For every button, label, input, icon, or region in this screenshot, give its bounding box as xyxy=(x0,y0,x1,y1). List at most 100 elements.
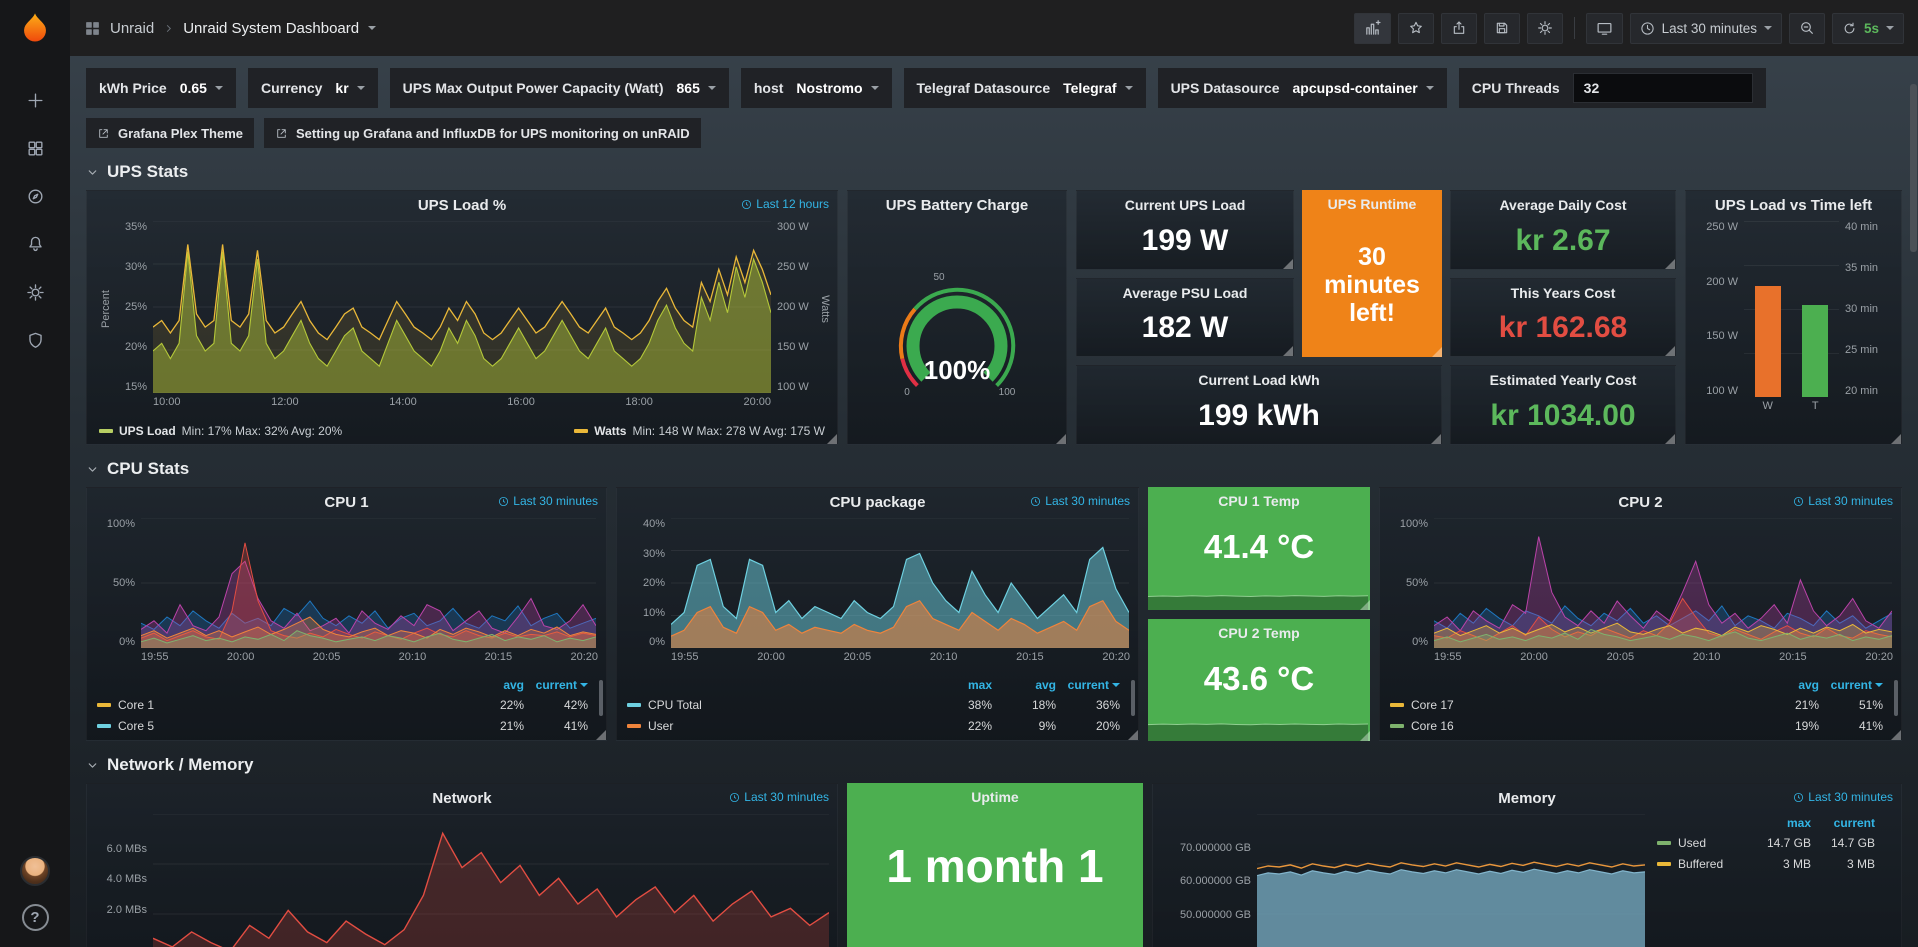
panel-resize-handle[interactable] xyxy=(1665,259,1675,269)
variable-telegraf-datasource[interactable]: Telegraf Datasource Telegraf xyxy=(904,68,1146,108)
legend-item[interactable]: Core 17 xyxy=(1390,698,1755,712)
panel-title[interactable]: UPS Load vs Time left xyxy=(1715,197,1872,214)
bar-time-left xyxy=(1802,305,1828,397)
legend-column-max[interactable]: max xyxy=(1747,816,1811,830)
legend-scrollbar[interactable] xyxy=(1894,680,1898,716)
panel-resize-handle[interactable] xyxy=(1360,731,1370,741)
breadcrumb-page[interactable]: Unraid System Dashboard xyxy=(183,20,359,37)
breadcrumb-app[interactable]: Unraid xyxy=(110,20,154,37)
sidebar-item-explore[interactable] xyxy=(13,180,57,212)
panel-resize-handle[interactable] xyxy=(596,730,606,740)
section-header-ups-stats[interactable]: UPS Stats xyxy=(86,162,1902,182)
page-scrollbar[interactable] xyxy=(1910,84,1917,252)
legend-item[interactable]: Core 1 xyxy=(97,698,460,712)
panel-estimated-yearly-cost: Estimated Yearly Cost kr 1034.00 xyxy=(1450,365,1676,445)
legend-item[interactable]: Buffered xyxy=(1657,857,1747,871)
panel-title[interactable]: CPU 2 xyxy=(1618,494,1662,511)
panel-title[interactable]: CPU package xyxy=(830,494,926,511)
sidebar-item-configuration[interactable] xyxy=(13,276,57,308)
stat-title: UPS Runtime xyxy=(1302,196,1442,212)
panel-resize-handle[interactable] xyxy=(1891,434,1901,444)
panel-resize-handle[interactable] xyxy=(1360,600,1370,610)
panel-resize-handle[interactable] xyxy=(1665,434,1675,444)
shield-icon xyxy=(26,331,45,350)
legend-column-current[interactable]: current xyxy=(1811,816,1875,830)
panel-resize-handle[interactable] xyxy=(1283,259,1293,269)
panel-this-years-cost: This Years Cost kr 162.68 xyxy=(1450,278,1676,358)
panel-title[interactable]: Network xyxy=(432,790,491,807)
legend-item-watts[interactable]: Watts Min: 148 W Max: 278 W Avg: 175 W xyxy=(574,424,825,438)
panel-title[interactable]: UPS Load % xyxy=(418,197,506,214)
link-grafana-plex-theme[interactable]: Grafana Plex Theme xyxy=(86,118,254,148)
time-range-picker[interactable]: Last 30 minutes xyxy=(1630,13,1782,44)
panel-resize-handle[interactable] xyxy=(1665,346,1675,356)
x-axis-ticks: 19:5520:0020:05 20:1020:1520:20 xyxy=(671,648,1130,664)
y-axis-ticks-left: 6.0 MBs4.0 MBs2.0 MBs xyxy=(95,814,153,947)
grafana-logo-icon[interactable] xyxy=(0,0,70,58)
variable-host[interactable]: host Nostromo xyxy=(741,68,892,108)
legend-item[interactable]: User xyxy=(627,719,928,733)
share-dashboard-button[interactable] xyxy=(1441,13,1477,44)
sidebar-item-server-admin[interactable] xyxy=(13,324,57,356)
panel-title[interactable]: CPU 1 xyxy=(324,494,368,511)
panel-resize-handle[interactable] xyxy=(827,434,837,444)
panel-resize-handle[interactable] xyxy=(1891,730,1901,740)
stat-title: Current Load kWh xyxy=(1077,372,1441,388)
panel-resize-handle[interactable] xyxy=(1431,434,1441,444)
legend-item[interactable]: Core 5 xyxy=(97,719,460,733)
legend-item[interactable]: Core 16 xyxy=(1390,719,1755,733)
caret-down-icon xyxy=(871,86,879,90)
panel-title[interactable]: Memory xyxy=(1498,790,1556,807)
sidebar-item-dashboards[interactable] xyxy=(13,132,57,164)
legend-column-current[interactable]: current xyxy=(524,678,588,692)
panel-resize-handle[interactable] xyxy=(1283,346,1293,356)
battery-gauge: 0 50 100 100% xyxy=(848,219,1066,444)
legend-item[interactable]: Used xyxy=(1657,836,1747,850)
legend-column-max[interactable]: max xyxy=(928,678,992,692)
legend-item-ups-load[interactable]: UPS Load Min: 17% Max: 32% Avg: 20% xyxy=(99,424,342,438)
clock-icon xyxy=(1793,792,1804,803)
legend-row: Core 1 22% 42% xyxy=(87,694,606,715)
variable-kwh-price[interactable]: kWh Price 0.65 xyxy=(86,68,236,108)
legend-item[interactable]: CPU Total xyxy=(627,698,928,712)
section-header-cpu-stats[interactable]: CPU Stats xyxy=(86,459,1902,479)
star-dashboard-button[interactable] xyxy=(1398,13,1434,44)
link-ups-monitoring-guide[interactable]: Setting up Grafana and InfluxDB for UPS … xyxy=(264,118,701,148)
variable-currency[interactable]: Currency kr xyxy=(248,68,378,108)
panel-resize-handle[interactable] xyxy=(1432,347,1442,357)
panel-time-override: Last 12 hours xyxy=(741,197,829,211)
user-avatar[interactable] xyxy=(20,856,50,886)
panel-title[interactable]: UPS Battery Charge xyxy=(886,197,1029,214)
legend-column-current[interactable]: current xyxy=(1819,678,1883,692)
help-button[interactable]: ? xyxy=(22,904,49,931)
zoom-out-icon xyxy=(1799,20,1815,36)
legend-column-avg[interactable]: avg xyxy=(992,678,1056,692)
dashboard-settings-button[interactable] xyxy=(1527,13,1563,44)
add-panel-button[interactable] xyxy=(1354,13,1391,44)
panel-resize-handle[interactable] xyxy=(1128,730,1138,740)
sidebar-item-alerting[interactable] xyxy=(13,228,57,260)
refresh-picker[interactable]: 5s xyxy=(1832,13,1904,44)
sidebar-item-create[interactable] xyxy=(13,84,57,116)
section-header-network-memory[interactable]: Network / Memory xyxy=(86,755,1902,775)
stat-value: kr 1034.00 xyxy=(1451,388,1675,444)
variable-ups-max-output[interactable]: UPS Max Output Power Capacity (Watt) 865 xyxy=(390,68,729,108)
gauge-scale-min: 0 xyxy=(904,387,910,398)
save-dashboard-button[interactable] xyxy=(1484,13,1520,44)
legend-column-avg[interactable]: avg xyxy=(460,678,524,692)
stat-value: 1 month 1 xyxy=(847,805,1143,947)
variable-ups-datasource[interactable]: UPS Datasource apcupsd-container xyxy=(1158,68,1447,108)
cpu-threads-input[interactable] xyxy=(1573,73,1753,103)
caret-down-icon[interactable] xyxy=(368,26,376,30)
legend-scrollbar[interactable] xyxy=(599,680,603,716)
cycle-view-mode-button[interactable] xyxy=(1586,13,1623,44)
legend-column-avg[interactable]: avg xyxy=(1755,678,1819,692)
legend-scrollbar[interactable] xyxy=(1131,680,1135,716)
legend-row: Core 5 21% 41% xyxy=(87,715,606,736)
legend-column-current[interactable]: current xyxy=(1056,678,1120,692)
gauge-value: 100% xyxy=(924,355,991,385)
panel-resize-handle[interactable] xyxy=(1056,434,1066,444)
stat-value: kr 2.67 xyxy=(1451,213,1675,269)
zoom-out-time-button[interactable] xyxy=(1789,13,1825,44)
stat-value: 182 W xyxy=(1077,301,1293,357)
